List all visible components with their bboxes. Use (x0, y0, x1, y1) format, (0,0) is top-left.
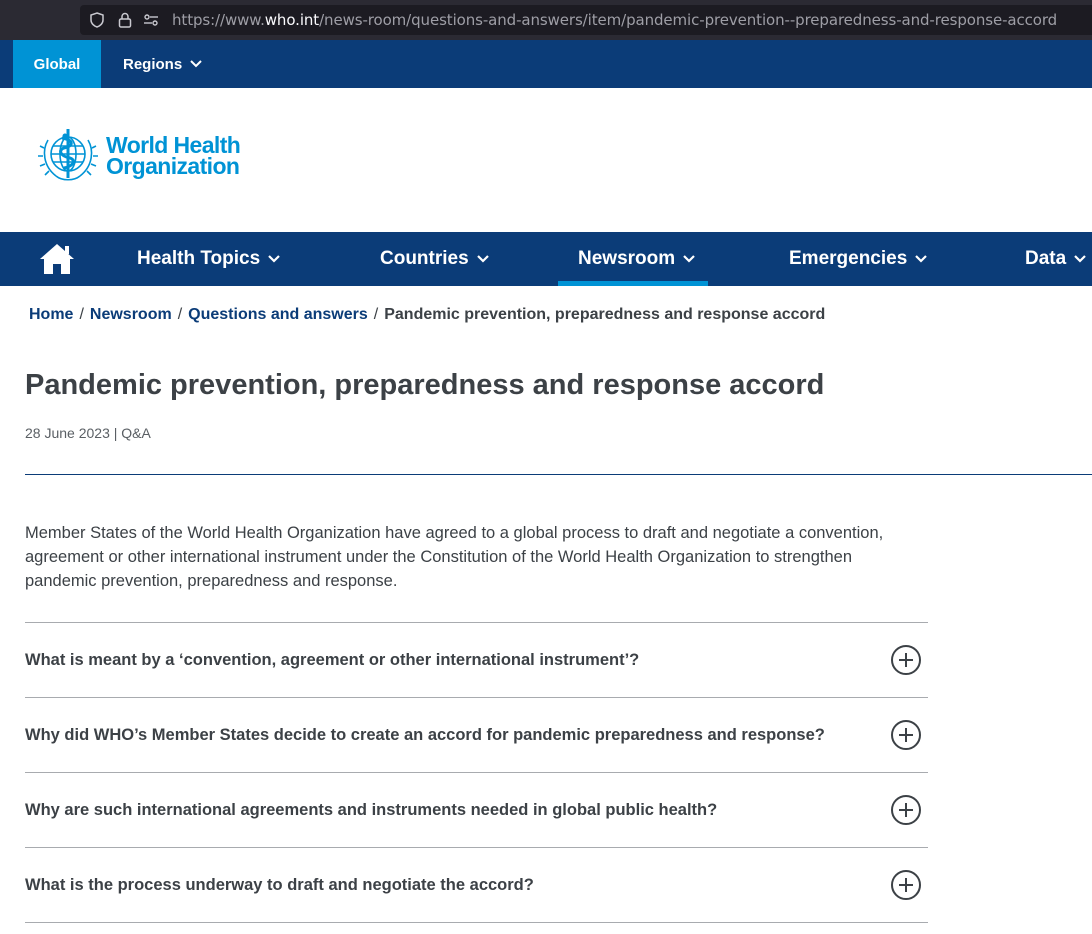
faq-item[interactable]: What is meant by a ‘convention, agreemen… (25, 622, 928, 697)
breadcrumb-newsroom[interactable]: Newsroom (90, 306, 172, 324)
nav-label: Emergencies (789, 248, 908, 269)
breadcrumb-separator: / (373, 306, 379, 323)
region-bar: Global Regions (0, 40, 1092, 88)
logo-line2: Organization (106, 153, 240, 179)
breadcrumb-separator: / (79, 306, 84, 323)
faq-item[interactable]: Why are such international agreements an… (25, 772, 928, 847)
home-icon[interactable] (38, 242, 76, 281)
nav-newsroom[interactable]: Newsroom (557, 232, 709, 286)
chevron-down-icon (476, 255, 489, 263)
expand-plus-icon[interactable] (891, 795, 921, 825)
faq-accordion: What is meant by a ‘convention, agreemen… (25, 622, 928, 923)
expand-plus-icon[interactable] (891, 645, 921, 675)
faq-question: What is the process underway to draft an… (25, 875, 534, 894)
chevron-down-icon (683, 255, 695, 263)
browser-toolbar: https://www.who.int/news-room/questions-… (0, 0, 1092, 40)
global-tab[interactable]: Global (13, 40, 101, 88)
intro-paragraph: Member States of the World Health Organi… (25, 524, 884, 590)
who-emblem-icon (38, 129, 98, 181)
breadcrumb-questions-and-answers[interactable]: Questions and answers (188, 306, 368, 324)
chevron-down-icon (1074, 255, 1086, 263)
chevron-down-icon (190, 60, 202, 68)
nav-data[interactable]: Data (1025, 232, 1086, 286)
url-text[interactable]: https://www.who.int/news-room/questions-… (172, 11, 1057, 29)
faq-question: Why are such international agreements an… (25, 800, 718, 819)
chevron-down-icon (268, 255, 280, 263)
expand-plus-icon[interactable] (891, 720, 921, 750)
nav-label: Health Topics (137, 248, 261, 269)
divider (25, 474, 1092, 475)
url-path: /news-room/questions-and-answers/item/pa… (319, 11, 1058, 29)
page-meta: 28 June 2023 | Q&A (25, 425, 151, 441)
breadcrumb-home[interactable]: Home (29, 306, 73, 324)
nav-label: Countries (380, 248, 469, 269)
main-nav: Health Topics Countries Newsroom Emergen… (0, 232, 1092, 286)
breadcrumb-separator: / (177, 306, 183, 323)
who-logo[interactable]: World Health Organization (34, 126, 241, 186)
expand-plus-icon[interactable] (891, 870, 921, 900)
nav-label: Data (1025, 248, 1067, 269)
nav-countries[interactable]: Countries (380, 232, 489, 286)
nav-label: Newsroom (578, 248, 676, 269)
header: World Health Organization (0, 88, 1092, 232)
page-title: Pandemic prevention, preparedness and re… (25, 369, 825, 401)
breadcrumb: Home / Newsroom / Questions and answers … (29, 306, 825, 324)
permissions-icon[interactable] (142, 11, 160, 29)
url-prefix: https://www. (172, 11, 265, 29)
url-host: who.int (264, 11, 320, 29)
regions-dropdown[interactable]: Regions (123, 40, 202, 88)
shield-icon[interactable] (88, 11, 106, 29)
global-tab-label: Global (33, 55, 81, 73)
address-bar[interactable]: https://www.who.int/news-room/questions-… (80, 5, 1092, 35)
lock-icon[interactable] (116, 11, 134, 29)
faq-question: Why did WHO’s Member States decide to cr… (25, 725, 825, 744)
faq-question: What is meant by a ‘convention, agreemen… (25, 650, 640, 669)
faq-item[interactable]: Why did WHO’s Member States decide to cr… (25, 697, 928, 772)
nav-health-topics[interactable]: Health Topics (137, 232, 280, 286)
breadcrumb-current: Pandemic prevention, preparedness and re… (384, 306, 826, 323)
regions-label: Regions (123, 55, 183, 73)
faq-item[interactable]: What is the process underway to draft an… (25, 847, 928, 923)
logo-wordmark: World Health Organization (106, 134, 241, 179)
chevron-down-icon (915, 255, 928, 263)
nav-emergencies[interactable]: Emergencies (789, 232, 928, 286)
